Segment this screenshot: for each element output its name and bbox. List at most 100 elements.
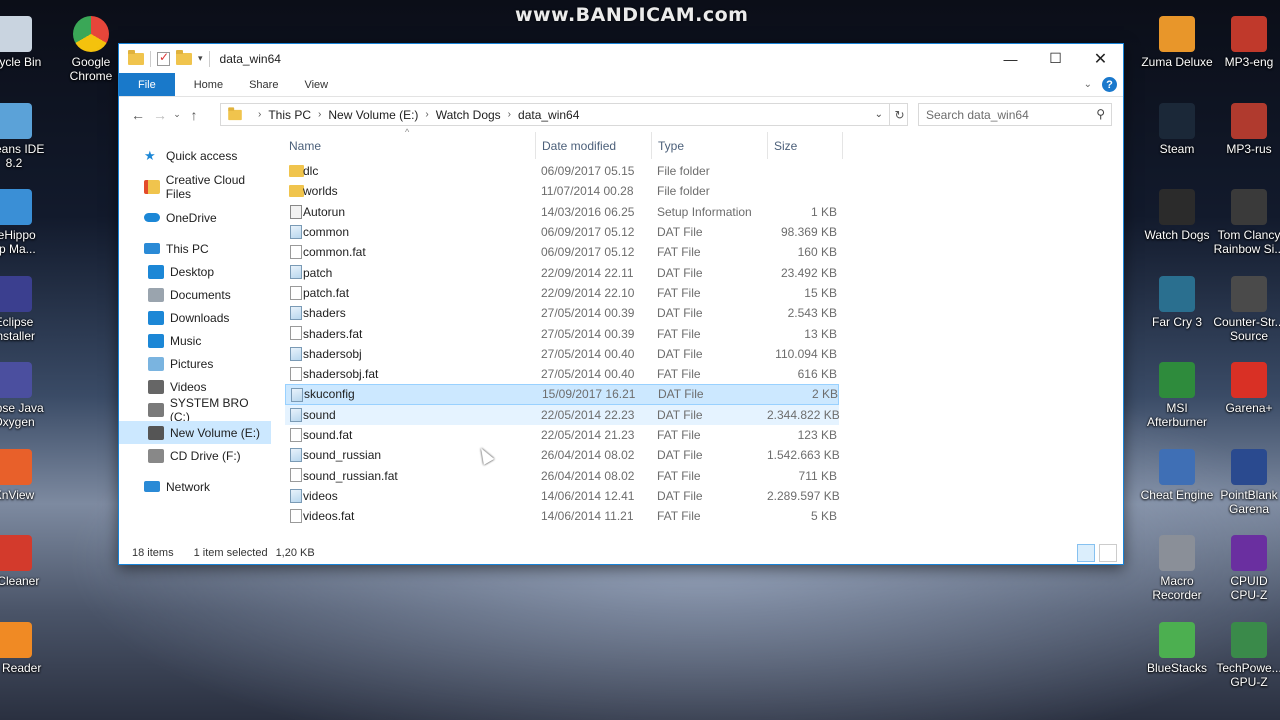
file-row[interactable]: dlc 06/09/2017 05.15 File folder (271, 161, 1123, 181)
column-header-size[interactable]: Size (767, 132, 843, 159)
column-header-name[interactable]: Name (283, 132, 536, 159)
desktop-icon-cheat-engine[interactable]: Cheat Engine (1139, 448, 1215, 502)
tab-home[interactable]: Home (181, 73, 236, 96)
desktop-icon-mp3-eng[interactable]: MP3-eng (1211, 16, 1280, 69)
maximize-button[interactable]: ☐ (1033, 44, 1078, 73)
desktop-icon-eclipse[interactable]: clipse Java Oxygen (0, 362, 52, 429)
tab-share[interactable]: Share (236, 73, 291, 96)
file-row[interactable]: common.fat 06/09/2017 05.12 FAT File 160 KB (271, 242, 1123, 262)
file-row[interactable]: sound.fat 22/05/2014 21.23 FAT File 123 KB (271, 425, 1123, 445)
file-row[interactable]: shadersobj.fat 27/05/2014 00.40 FAT File 61… (271, 364, 1123, 384)
desktop-icon-garena[interactable]: Garena+ (1211, 362, 1280, 415)
desktop-icon-xnview[interactable]: XnView (0, 448, 52, 502)
nav-downloads[interactable]: Downloads (119, 306, 271, 329)
desktop-icon-recycle-bin[interactable]: ecycle Bin (0, 16, 52, 69)
nav-cd-drive[interactable]: CD Drive (F:) (119, 444, 271, 467)
network-icon (144, 481, 160, 492)
chevron-right-icon[interactable]: › (318, 109, 321, 120)
file-row[interactable]: sound_russian.fat 26/04/2014 08.02 FAT Fil… (271, 465, 1123, 485)
file-row[interactable]: Autorun 14/03/2016 06.25 Setup Information… (271, 202, 1123, 222)
file-row[interactable]: sound 22/05/2014 22.23 DAT File 2.344.822 K… (285, 404, 840, 425)
nav-network[interactable]: Network (119, 475, 271, 498)
file-row[interactable]: videos 14/06/2014 12.41 DAT File 2.289.597 … (271, 486, 1123, 506)
desktop-icon-foxit[interactable]: xit Reader (0, 621, 52, 675)
desktop-icon-netbeans[interactable]: tBeans IDE 8.2 (0, 102, 52, 170)
properties-icon[interactable] (157, 50, 170, 66)
nav-system-drive[interactable]: SYSTEM BRO (C:) (119, 396, 271, 424)
nav-drive[interactable]: New Volume (E:) (119, 421, 271, 444)
search-input[interactable]: Search data_win64 ⚲ (918, 103, 1112, 126)
column-header-type[interactable]: Type (651, 132, 767, 159)
file-row[interactable]: shadersobj 27/05/2014 00.40 DAT File 110.09… (271, 344, 1123, 364)
help-icon[interactable]: ? (1102, 77, 1117, 92)
file-row[interactable]: shaders 27/05/2014 00.39 DAT File 2.543 KB (271, 303, 1123, 323)
details-view-icon[interactable] (1077, 544, 1095, 562)
nav-documents[interactable]: Documents (119, 283, 271, 306)
mp3-eng-icon (1231, 16, 1267, 52)
breadcrumb-this-pc[interactable]: This PC (268, 108, 311, 122)
file-row[interactable]: videos.fat 14/06/2014 11.21 FAT File 5 KB (271, 506, 1123, 526)
file-row[interactable]: sound_russian 26/04/2014 08.02 DAT File 1.5… (271, 445, 1123, 465)
desktop-icon-watch-dogs[interactable]: Watch Dogs (1139, 189, 1215, 242)
file-date-modified: 14/03/2016 06.25 (541, 204, 635, 219)
desktop-icon-cpuz[interactable]: CPUID CPU-Z (1211, 535, 1280, 602)
new-folder-icon[interactable] (176, 49, 192, 65)
refresh-icon[interactable]: ↻ (889, 103, 909, 126)
file-size: 711 KB (798, 468, 837, 483)
tab-view[interactable]: View (291, 73, 341, 96)
recent-locations-chevron-icon[interactable]: ⌄ (171, 109, 183, 120)
desktop-icon-ccleaner[interactable]: CCleaner (0, 535, 52, 588)
file-row[interactable]: skuconfig 15/09/2017 16.21 DAT File 2 KB (285, 384, 839, 405)
file-name: skuconfig (304, 387, 355, 402)
nav-music[interactable]: Music (119, 329, 271, 352)
desktop-icon-bluestacks[interactable]: BlueStacks (1139, 621, 1215, 675)
up-arrow-icon[interactable]: ↑ (183, 107, 205, 123)
desktop-icon-gpuz[interactable]: TechPowe... GPU-Z (1211, 621, 1280, 689)
breadcrumb-watch-dogs[interactable]: Watch Dogs (436, 108, 501, 122)
chevron-right-icon[interactable]: › (425, 109, 428, 120)
desktop-icon-filehippo[interactable]: ileHippo pp Ma... (0, 189, 52, 256)
downloads-icon (148, 310, 164, 325)
file-row[interactable]: patch.fat 22/09/2014 22.10 FAT File 15 KB (271, 283, 1123, 303)
desktop-icon-mp3-rus[interactable]: MP3-rus (1211, 102, 1280, 156)
address-field[interactable]: › This PC › New Volume (E:) › Watch Dogs… (220, 103, 908, 126)
back-arrow-icon[interactable]: ← (127, 107, 149, 123)
file-row[interactable]: shaders.fat 27/05/2014 00.39 FAT File 13 KB (271, 323, 1123, 343)
desktop-icon-macro-recorder[interactable]: Macro Recorder (1139, 535, 1215, 602)
address-history-chevron-icon[interactable]: ⌄ (875, 109, 883, 120)
desktop-icon-counter-strike[interactable]: Counter-Str... Source (1211, 275, 1280, 343)
nav-pictures[interactable]: Pictures (119, 352, 271, 375)
desktop-icon-steam[interactable]: Steam (1139, 102, 1215, 156)
nav-desktop[interactable]: Desktop (119, 260, 271, 283)
forward-arrow-icon[interactable]: → (149, 107, 171, 123)
desktop-icon-zuma[interactable]: Zuma Deluxe (1139, 16, 1215, 69)
nav-label: New Volume (E:) (170, 425, 261, 440)
tab-file[interactable]: File (119, 73, 175, 96)
column-header-date[interactable]: Date modified (535, 132, 651, 159)
desktop-icon-rainbow-six[interactable]: Tom Clancy Rainbow Si... (1211, 189, 1280, 256)
chevron-right-icon[interactable]: › (508, 109, 511, 120)
file-row[interactable]: worlds 11/07/2014 00.28 File folder (271, 181, 1123, 201)
nav-this-pc[interactable]: This PC (119, 237, 271, 260)
desktop-icon-label: ileHippo pp Ma... (0, 228, 36, 256)
file-date-modified: 27/05/2014 00.39 (541, 326, 635, 341)
minimize-button[interactable]: — (988, 44, 1033, 73)
customize-qa-dropdown-icon[interactable]: ▾ (198, 53, 203, 64)
file-icon (290, 224, 302, 239)
desktop-icon-pointblank[interactable]: PointBlank Garena (1211, 448, 1280, 516)
nav-onedrive[interactable]: OneDrive (119, 206, 271, 229)
file-row[interactable]: patch 22/09/2014 22.11 DAT File 23.492 KB (271, 262, 1123, 282)
desktop-icon-eclipse-installer[interactable]: Eclipse Installer (0, 275, 52, 343)
breadcrumb-data-win64[interactable]: data_win64 (518, 108, 579, 122)
file-row[interactable]: common 06/09/2017 05.12 DAT File 98.369 KB (271, 222, 1123, 242)
status-bar: 18 items 1 item selected 1,20 KB (119, 542, 1123, 564)
nav-quick-access[interactable]: ★ Quick access (119, 144, 271, 167)
desktop-icon-far-cry[interactable]: Far Cry 3 (1139, 275, 1215, 329)
large-icons-view-icon[interactable] (1099, 544, 1117, 562)
breadcrumb-new-volume[interactable]: New Volume (E:) (328, 108, 418, 122)
desktop-icon-msi-afterburner[interactable]: MSI Afterburner (1139, 362, 1215, 429)
file-icon (290, 407, 302, 422)
nav-creative-cloud[interactable]: Creative Cloud Files (119, 173, 271, 201)
expand-ribbon-chevron-icon[interactable]: ⌄ (1084, 79, 1092, 90)
close-button[interactable]: ✕ (1078, 44, 1123, 73)
